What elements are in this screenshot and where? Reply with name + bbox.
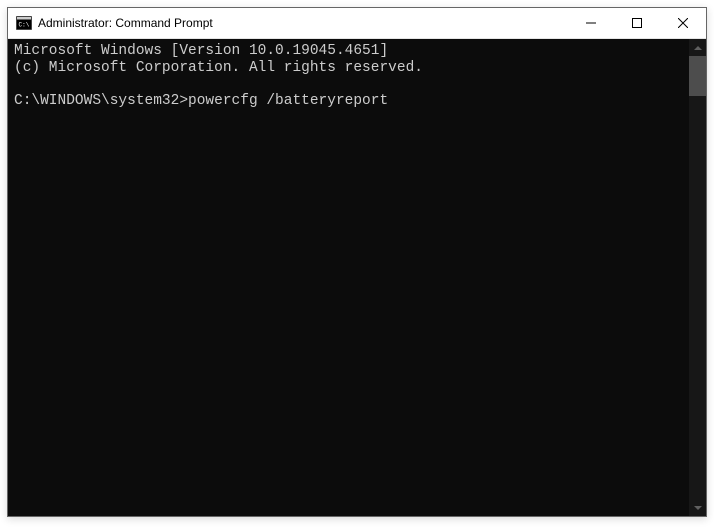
cmd-icon: C:\ xyxy=(16,15,32,31)
version-line: Microsoft Windows [Version 10.0.19045.46… xyxy=(14,43,388,59)
copyright-line: (c) Microsoft Corporation. All rights re… xyxy=(14,60,423,76)
window-title: Administrator: Command Prompt xyxy=(38,16,568,30)
terminal-content: Microsoft Windows [Version 10.0.19045.46… xyxy=(8,39,706,113)
command-prompt-window: C:\ Administrator: Command Prompt Micros… xyxy=(7,7,707,517)
scroll-up-button[interactable] xyxy=(689,39,706,56)
window-controls xyxy=(568,8,706,38)
command-input[interactable]: powercfg /batteryreport xyxy=(188,93,388,109)
prompt-path: C:\WINDOWS\system32> xyxy=(14,93,188,109)
terminal-area[interactable]: Microsoft Windows [Version 10.0.19045.46… xyxy=(8,39,706,516)
svg-text:C:\: C:\ xyxy=(19,22,30,29)
minimize-button[interactable] xyxy=(568,8,614,38)
close-button[interactable] xyxy=(660,8,706,38)
scrollbar[interactable] xyxy=(689,39,706,516)
titlebar[interactable]: C:\ Administrator: Command Prompt xyxy=(8,8,706,39)
scroll-down-button[interactable] xyxy=(689,499,706,516)
scrollbar-track[interactable] xyxy=(689,56,706,499)
scrollbar-thumb[interactable] xyxy=(689,56,706,96)
maximize-button[interactable] xyxy=(614,8,660,38)
